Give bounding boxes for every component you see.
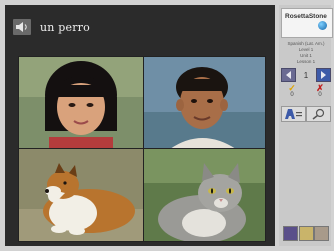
sidebar: RosettaStone Spanish (Lat. Am.) Level 1 … (279, 5, 333, 246)
picture-grid (18, 56, 266, 242)
logo-globe-icon (318, 21, 327, 30)
screen-navigation: 1 (281, 68, 331, 82)
chevron-right-icon[interactable] (315, 68, 331, 82)
picture-girl[interactable] (18, 56, 145, 150)
picture-cat[interactable] (143, 148, 266, 242)
cross-icon: ✗ (316, 83, 324, 93)
notes-icon[interactable] (298, 226, 314, 241)
screen-number: 1 (303, 70, 309, 80)
checkmark-icon: ✓ (288, 83, 296, 93)
chevron-left-icon[interactable] (281, 68, 296, 82)
incorrect-count: 0 (318, 92, 322, 98)
lesson-info: Spanish (Lat. Am.) Level 1 Unit 1 Lesson… (281, 41, 331, 65)
correct-count: 0 (290, 92, 294, 98)
lesson-panel: un perro (5, 5, 275, 246)
rosetta-stone-window: un perro RosettaStone Spanish (Lat. Am.)… (0, 0, 334, 251)
logo-text: RosettaStone (285, 13, 327, 20)
lesson-info-line: Lesson 1 (296, 59, 316, 64)
prompt-bar: un perro (13, 15, 90, 39)
hint-icon[interactable] (306, 106, 331, 122)
tool-buttons (281, 106, 331, 122)
speaker-icon[interactable] (13, 19, 31, 35)
bottom-toolbar (283, 226, 329, 241)
picture-boy[interactable] (143, 56, 266, 150)
logo: RosettaStone (281, 8, 333, 38)
book-icon[interactable] (283, 226, 298, 241)
exit-icon[interactable] (314, 226, 329, 241)
incorrect-score: ✗ 0 (311, 83, 329, 99)
score-panel: ✓ 0 ✗ 0 (283, 83, 329, 99)
picture-dog[interactable] (18, 148, 145, 242)
prompt-text: un perro (40, 20, 90, 34)
text-options-icon[interactable] (281, 106, 306, 122)
correct-score: ✓ 0 (283, 83, 301, 99)
